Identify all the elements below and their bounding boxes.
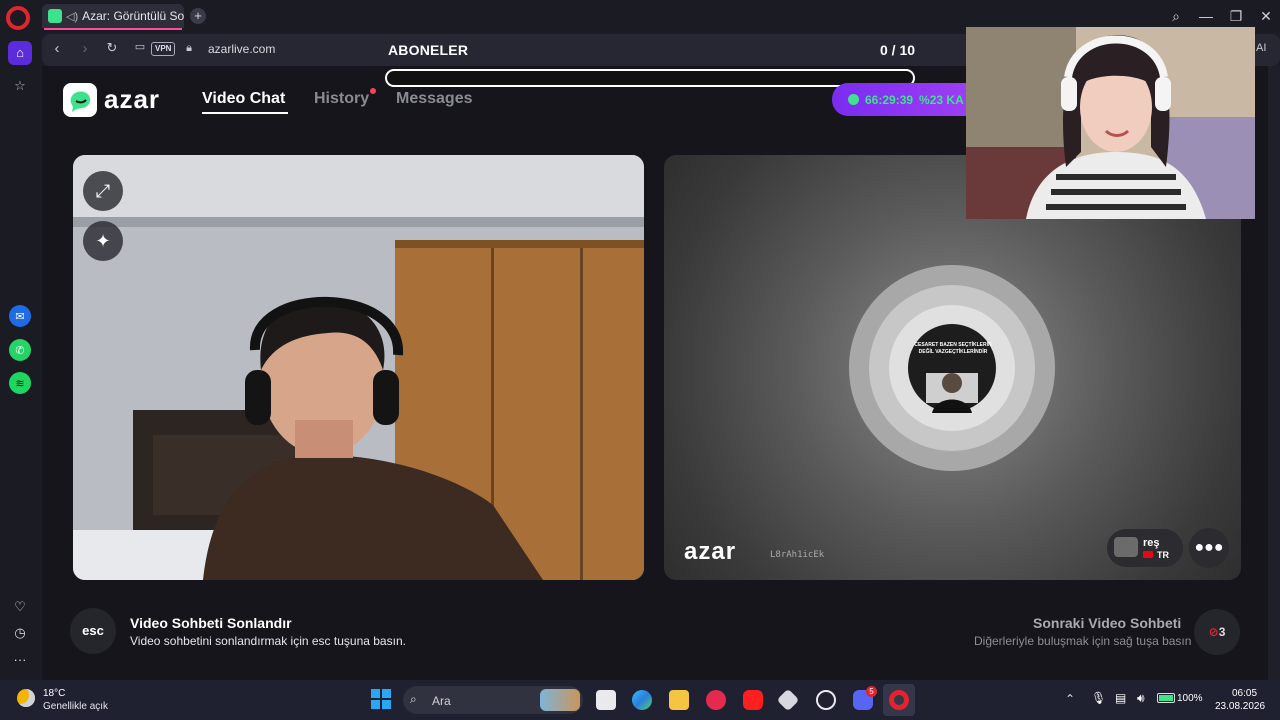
search-placeholder: Ara <box>432 694 451 708</box>
webcam-image <box>966 27 1255 219</box>
opera-taskbar-icon[interactable] <box>889 690 909 710</box>
edge-icon[interactable] <box>632 690 652 710</box>
battery-percent: 100% <box>1177 693 1203 704</box>
file-explorer-icon[interactable] <box>669 690 689 710</box>
beauty-filter-button[interactable]: ✦ <box>83 221 123 261</box>
azar-favicon-icon <box>48 9 62 23</box>
local-camera-image <box>73 155 644 580</box>
url-field[interactable]: azarlive.com <box>208 42 275 56</box>
tab-video-chat[interactable]: Video Chat <box>202 90 285 108</box>
browser-tab[interactable]: ◁) Azar: Görüntülü Sohbe <box>42 4 184 28</box>
opera-logo-icon[interactable] <box>6 6 30 30</box>
volume-icon[interactable]: 🔊︎ <box>1137 691 1145 706</box>
end-chat-description: Video sohbetini sonlandırmak için esc tu… <box>130 634 406 648</box>
next-chat-button[interactable]: ⊘3 <box>1194 609 1240 655</box>
promo-discount: %23 KA <box>919 92 964 107</box>
local-video-feed: ⤢ ✦ <box>73 155 644 580</box>
weather-icon[interactable] <box>17 689 35 707</box>
history-clock-icon[interactable]: ◷ <box>8 621 32 645</box>
messenger-icon[interactable]: ✉ <box>9 305 31 327</box>
subscriber-goal-bar <box>385 69 915 87</box>
history-notification-dot <box>370 88 376 94</box>
subscriber-goal-title: ABONELER <box>388 42 469 58</box>
next-chat-title: Sonraki Video Sohbeti <box>1033 615 1182 631</box>
active-tab-underline <box>202 112 288 114</box>
lock-icon[interactable]: 🔒︎ <box>180 42 198 55</box>
turkey-flag-icon <box>1143 551 1153 558</box>
more-options-icon[interactable]: ··· <box>8 648 32 672</box>
subscriber-goal-count: 0 / 10 <box>880 42 916 58</box>
clock-icon <box>848 94 859 105</box>
chat-bubble-button[interactable]: ●●● <box>1189 528 1229 568</box>
tab-history[interactable]: History <box>314 90 369 108</box>
end-chat-title: Video Sohbeti Sonlandır <box>130 615 292 631</box>
battery-fill <box>1159 695 1173 701</box>
tab-messages[interactable]: Messages <box>396 90 473 108</box>
avatar-caption: CESARET BAZEN SEÇTİKLERİN DEĞİL VAZGEÇTİ… <box>914 342 992 355</box>
ai-button[interactable]: AI <box>1256 42 1266 54</box>
promo-timer: 66:29:39 <box>865 92 914 107</box>
peer-thumbnail <box>1114 537 1138 557</box>
tab-title: Azar: Görüntülü Sohbe <box>82 9 184 23</box>
heart-icon[interactable]: ♡ <box>8 595 32 619</box>
remote-azar-watermark: azar <box>684 538 737 565</box>
search-highlight-image <box>540 689 580 711</box>
search-tabs-icon[interactable]: ⌕ <box>1165 6 1187 26</box>
bookmarks-icon[interactable]: ☆ <box>8 74 32 98</box>
blocked-icon: ⊘ <box>1208 625 1219 639</box>
microphone-icon[interactable]: 🎙︎ <box>1091 691 1106 705</box>
snapshot-icon[interactable]: ▭ <box>131 40 149 53</box>
chevron-up-icon[interactable]: ⌃ <box>1065 692 1075 706</box>
next-chat-description: Diğerleriyle buluşmak için sağ tuşa bası… <box>974 634 1192 648</box>
azar-logo-icon[interactable] <box>63 83 97 117</box>
network-icon[interactable]: ▤ <box>1115 691 1126 705</box>
vpn-badge[interactable]: VPN <box>151 42 176 56</box>
media-player-icon[interactable] <box>706 690 726 710</box>
whatsapp-icon[interactable]: ✆ <box>9 339 31 361</box>
new-tab-button[interactable]: + <box>190 8 206 24</box>
back-button[interactable]: ‹ <box>48 40 66 57</box>
page-scrollbar[interactable] <box>1268 66 1280 680</box>
discord-badge: 5 <box>866 686 877 697</box>
windows-start-icon[interactable] <box>371 689 391 709</box>
reload-button[interactable]: ↻ <box>103 40 121 56</box>
next-chat-countdown: 3 <box>1218 625 1226 639</box>
home-icon[interactable]: ⌂ <box>8 41 32 65</box>
forward-button[interactable]: › <box>76 40 94 57</box>
promo-timer-pill[interactable]: 66:29:39 %23 KA <box>832 83 982 116</box>
end-chat-button[interactable]: esc <box>70 608 116 654</box>
speaker-icon[interactable]: ◁) <box>66 10 78 23</box>
youtube-icon[interactable] <box>743 690 763 710</box>
clock-date[interactable]: 23.08.2026 <box>1215 701 1265 712</box>
peer-name: reş <box>1143 537 1160 549</box>
minimize-button[interactable]: — <box>1195 6 1217 26</box>
tab-active-indicator <box>44 28 182 30</box>
weather-temperature[interactable]: 18°C <box>43 688 65 699</box>
fullscreen-button[interactable]: ⤢ <box>83 171 123 211</box>
restore-button[interactable]: ❐ <box>1225 6 1247 26</box>
task-view-icon[interactable] <box>596 690 616 710</box>
obs-icon[interactable] <box>816 690 836 710</box>
remote-username: L8rAh1icEk <box>770 550 825 560</box>
weather-description[interactable]: Genellikle açık <box>43 701 108 712</box>
azar-logo-text[interactable]: azar <box>104 84 160 115</box>
peer-country: TR <box>1157 550 1169 560</box>
close-window-button[interactable]: ✕ <box>1255 6 1277 26</box>
spotify-icon[interactable]: ≋ <box>9 372 31 394</box>
search-icon: ⌕ <box>410 692 417 706</box>
clock-time[interactable]: 06:05 <box>1232 688 1257 699</box>
streamer-webcam-overlay <box>966 27 1255 219</box>
